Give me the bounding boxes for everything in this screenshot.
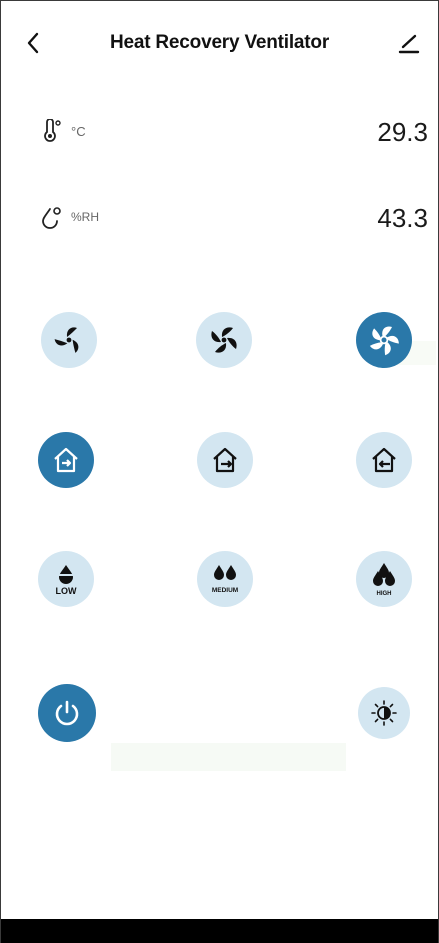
power-icon xyxy=(55,700,79,726)
humidity-unit: %RH xyxy=(71,210,100,224)
drop-medium-icon xyxy=(214,565,236,580)
humidity-low-button[interactable]: LOW xyxy=(38,551,94,607)
thermometer-icon xyxy=(44,119,61,142)
humidity-drop-icon xyxy=(42,207,61,229)
power-button[interactable] xyxy=(38,684,96,742)
humidity-medium-button[interactable]: MEDIUM xyxy=(197,551,253,607)
edit-button[interactable] xyxy=(394,27,424,59)
fan-speed-medium-button[interactable] xyxy=(196,312,252,368)
mode-supply-button[interactable] xyxy=(356,432,412,488)
temperature-reading: °C 29.3 xyxy=(1,111,438,151)
mode-supply-icon xyxy=(372,447,396,473)
mode-exhaust-icon xyxy=(213,447,237,473)
fan-speed-low-button[interactable] xyxy=(41,312,97,368)
humidity-high-label: HIGH xyxy=(376,591,392,597)
humidity-reading: %RH 43.3 xyxy=(1,197,438,237)
light-button[interactable] xyxy=(358,687,410,739)
fan-speed-high-button[interactable] xyxy=(356,312,412,368)
page-title: Heat Recovery Ventilator xyxy=(109,32,330,53)
mode-exhaust-button[interactable] xyxy=(197,432,253,488)
app-screen: Heat Recovery Ventilator °C 29.3 %RH 43.… xyxy=(0,0,439,943)
fan-medium-icon xyxy=(211,327,237,353)
humidity-high-button[interactable]: HIGH xyxy=(356,551,412,607)
humidity-medium-label: MEDIUM xyxy=(211,587,239,594)
drop-low-icon xyxy=(57,565,75,584)
background-shade xyxy=(111,743,346,771)
mode-exchange-button[interactable] xyxy=(38,432,94,488)
fan-high-icon xyxy=(369,326,399,356)
light-icon xyxy=(371,700,397,726)
temperature-unit: °C xyxy=(71,124,86,139)
navigation-bar xyxy=(1,919,438,943)
fan-low-icon xyxy=(54,327,79,353)
drop-high-icon xyxy=(373,563,395,586)
header-bar: Heat Recovery Ventilator xyxy=(1,1,438,87)
pencil-icon xyxy=(398,34,420,54)
mode-exchange-icon xyxy=(54,447,78,473)
humidity-low-label: LOW xyxy=(55,586,77,596)
temperature-value: 29.3 xyxy=(377,117,428,147)
humidity-value: 43.3 xyxy=(377,203,428,233)
